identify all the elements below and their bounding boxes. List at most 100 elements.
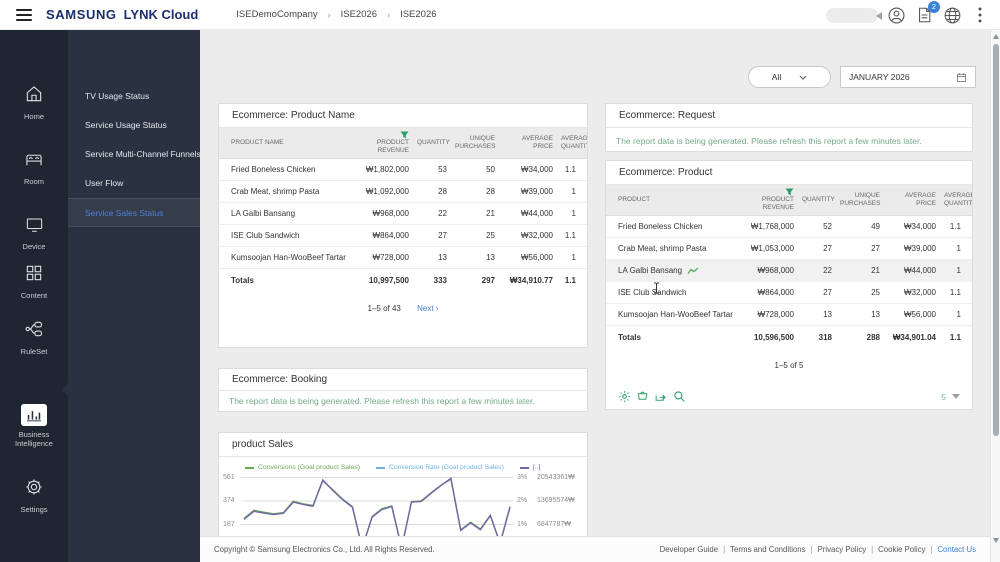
column-header[interactable]: UNIQUE PURCHASES [836,192,884,208]
table-cell: ₩728,000 [757,310,794,319]
scroll-up-arrow-icon[interactable] [993,34,999,39]
cookie-link[interactable]: Cookie Policy [878,545,925,554]
pagination-range: 1–5 of 5 [774,361,804,370]
table-cell: ₩1,768,000 [750,222,794,231]
table-cell: ₩32,000 [903,288,936,297]
totals-cell: 1.1 [949,332,961,342]
column-header[interactable]: QUANTITY [413,139,451,147]
table-row[interactable]: Fried Boneless Chicken ₩1,768,000 52 49 ₩34,… [606,216,972,238]
column-header[interactable]: AVERAGE QUANTITY [940,192,972,208]
notifications-button[interactable]: 2 [914,1,940,25]
samsung-wordmark: SAMSUNG [46,7,117,22]
legend-item-truncated[interactable]: [..] [519,464,540,471]
breadcrumb-separator: › [327,9,331,20]
breadcrumb-project[interactable]: ISE2026 [400,9,436,20]
sidebar-item-business-intelligence[interactable]: Business Intelligence [0,404,68,449]
card-ecommerce-product: Ecommerce: Product PRODUCT PRODUCT REVENU… [605,160,973,410]
table-cell: 1.1 [949,222,961,231]
table-cell: Crab Meat, shrimp Pasta [618,244,707,253]
month-picker[interactable]: JANUARY 2026 [840,66,976,88]
submenu-item-tv-usage-status[interactable]: TV Usage Status [68,82,200,111]
sidebar-item-settings[interactable]: Settings [0,477,68,514]
sidebar-item-label: Settings [20,505,48,514]
page-size-select[interactable]: 5 [941,392,960,402]
legend-swatch [519,466,529,469]
table-cell: Fried Boneless Chicken [618,222,703,231]
table-cell: 27 [823,244,832,253]
column-header[interactable]: QUANTITY [798,196,836,204]
privacy-link[interactable]: Privacy Policy [818,545,867,554]
table-cell: 27 [871,244,880,253]
table-row[interactable]: Crab Meat, shrimp Pasta ₩1,092,000 28 28 ₩39… [219,181,587,203]
table-cell: 13 [486,253,495,262]
submenu-item-user-flow[interactable]: User Flow [68,169,200,198]
table-cell: ISE Club Sandwich [231,231,300,240]
submenu-item-service-usage-status[interactable]: Service Usage Status [68,111,200,140]
table-row[interactable]: Crab Meat, shrimp Pasta ₩1,053,000 27 27 ₩39… [606,238,972,260]
app-logo[interactable]: SAMSUNG LYNK Cloud [46,7,198,22]
column-header[interactable]: PRODUCT REVENUE [347,131,413,155]
hamburger-menu-icon[interactable] [16,8,32,21]
calendar-icon [957,72,966,82]
column-header[interactable]: PRODUCT NAME [219,139,347,147]
breadcrumb-company[interactable]: ISEDemoCompany [236,9,317,20]
search-collapsed-field[interactable] [826,7,882,23]
sort-funnel-icon [785,188,794,196]
column-header[interactable]: PRODUCT REVENUE [734,188,798,212]
table-toolbar: 5 [606,390,972,403]
legend-item-conversion-rate[interactable]: Conversion Rate (Goal product Sales) [376,464,504,471]
sidebar-item-home[interactable]: Home [0,84,68,121]
table-header-row: PRODUCT PRODUCT REVENUE QUANTITY UNIQUE PUR… [606,185,972,216]
pagination-next-link[interactable]: Next › [417,304,438,313]
table-row[interactable]: ISE Club Sandwich ₩864,000 27 25 ₩32,000 1.1 [606,282,972,304]
table-row[interactable]: LA Galbi Bansang ₩968,000 22 21 ₩44,000 1 [219,203,587,225]
column-header[interactable]: UNIQUE PURCHASES [451,135,499,151]
table-cell: 50 [486,165,495,174]
sidebar-item-device[interactable]: Device [0,215,68,251]
totals-cell: Totals [618,332,641,342]
language-button[interactable] [942,5,962,25]
more-menu-button[interactable] [970,5,990,25]
category-filter-dropdown[interactable]: All [748,66,831,88]
table-cell: 13 [871,310,880,319]
zoom-search-button[interactable] [673,390,686,403]
table-settings-button[interactable] [618,390,631,403]
right-axis-pct-tick: 2% [517,497,528,504]
table-cell: 1.1 [949,288,961,297]
table-row[interactable]: Kumsoojan Han-WooBeef Tartar B... ₩728,00… [606,304,972,326]
table-cell: 1 [956,266,961,275]
table-row[interactable]: Kumsoojan Han-WooBeef Tartar B... ₩728,00… [219,247,587,269]
table-row[interactable]: Fried Boneless Chicken ₩1,802,000 53 50 ₩34,… [219,159,587,181]
card-title: Ecommerce: Booking [219,369,587,391]
vertical-scrollbar[interactable] [990,30,1000,562]
table-cell: 13 [823,310,832,319]
account-button[interactable] [886,5,906,25]
column-header[interactable]: AVERAGE PRICE [884,192,940,208]
table-cell: ₩1,802,000 [365,165,409,174]
table-row[interactable]: LA Galbi Bansang ₩968,000 22 21 ₩44,000 1 [606,260,972,282]
terms-link[interactable]: Terms and Conditions [730,545,805,554]
sidebar-item-label: RuleSet [20,347,48,356]
sidebar-item-room[interactable]: Room [0,149,68,186]
sidebar-item-content[interactable]: Content [0,263,68,300]
column-header[interactable]: AVERAGE QUANTITY [557,135,587,151]
export-button[interactable] [654,390,668,403]
ecommerce-button[interactable] [636,390,649,403]
table-cell: ₩44,000 [520,209,553,218]
column-header[interactable]: AVERAGE PRICE [499,135,557,151]
table-row[interactable]: ISE Club Sandwich ₩864,000 27 25 ₩32,000 1.1 [219,225,587,247]
column-header[interactable]: PRODUCT [606,196,734,204]
scrollbar-thumb[interactable] [993,44,999,436]
series-line [243,477,511,536]
right-axis-won-tick: 20543361₩ [537,474,575,481]
sidebar-item-ruleset[interactable]: RuleSet [0,319,68,356]
developer-guide-link[interactable]: Developer Guide [660,545,719,554]
submenu-item-service-sales-status[interactable]: Service Sales Status [68,198,200,227]
person-icon [888,7,904,23]
table-cell: ₩34,000 [903,222,936,231]
submenu-item-service-multi-channel-funnels[interactable]: Service Multi-Channel Funnels [68,140,201,169]
breadcrumb-site[interactable]: ISE2026 [341,9,377,20]
contact-us-link[interactable]: Contact Us [937,545,976,554]
scroll-down-arrow-icon[interactable] [993,538,999,543]
legend-item-conversions[interactable]: Conversions (Goal product Sales) [245,464,360,471]
